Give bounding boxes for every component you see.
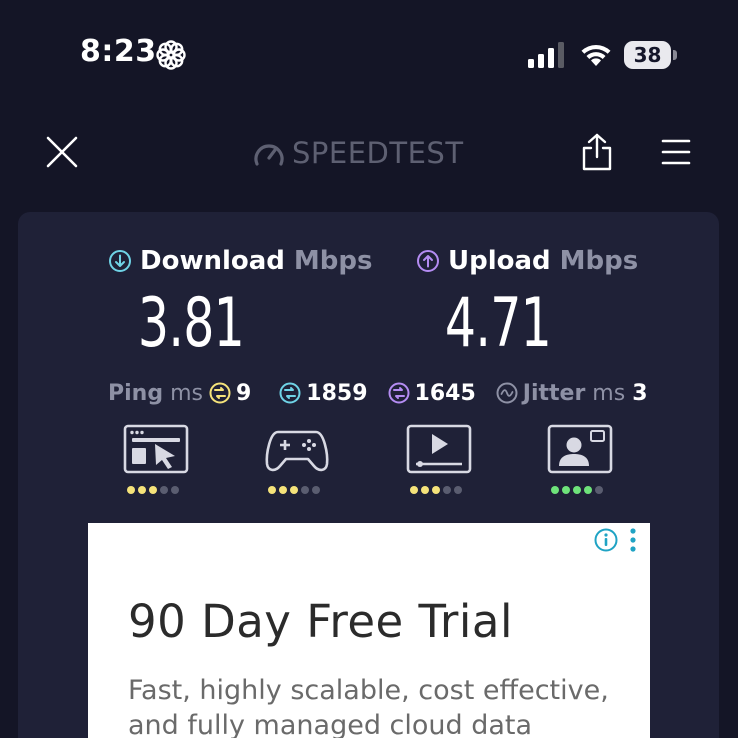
share-button[interactable] <box>580 132 614 172</box>
rating-dot <box>432 486 440 494</box>
ping-upload-value: 1645 <box>414 380 476 406</box>
focus-flower-icon <box>156 40 186 70</box>
ping-idle-value: 9 <box>235 380 252 406</box>
web-browsing-icon[interactable] <box>123 424 189 474</box>
ping-idle-icon <box>209 382 231 404</box>
video-call-icon[interactable] <box>547 424 613 474</box>
upload-label: Upload <box>448 246 551 276</box>
cellular-signal-icon <box>528 42 564 68</box>
rating-dot <box>138 486 146 494</box>
status-time: 8:23 <box>80 34 157 69</box>
logo-text: SPEEDTEST <box>292 136 464 170</box>
download-unit: Mbps <box>293 246 373 276</box>
rating-dot <box>562 486 570 494</box>
video-call-rating <box>551 486 603 494</box>
upload-label-group: Upload Mbps <box>416 246 638 276</box>
ping-upload-icon <box>388 382 410 404</box>
web-browsing-rating <box>127 486 179 494</box>
battery-indicator: 38 <box>624 41 678 69</box>
rating-dot <box>171 486 179 494</box>
rating-dot <box>443 486 451 494</box>
rating-dot <box>149 486 157 494</box>
gaming-icon[interactable] <box>264 424 330 474</box>
ping-download-icon <box>279 382 301 404</box>
upload-value: 4.71 <box>444 284 552 363</box>
share-icon <box>582 133 612 171</box>
rating-dot <box>584 486 592 494</box>
rating-dot <box>160 486 168 494</box>
video-streaming-icon[interactable] <box>406 424 472 474</box>
rating-dot <box>127 486 135 494</box>
rating-dot <box>410 486 418 494</box>
upload-arrow-icon <box>417 250 439 272</box>
speedtest-screen: 8:23 38 SPEEDTEST Download Mbps 3.81 Upl… <box>0 0 738 738</box>
rating-dot <box>301 486 309 494</box>
menu-button[interactable] <box>660 136 692 168</box>
ping-download-value: 1859 <box>306 380 368 406</box>
battery-level: 38 <box>633 43 662 67</box>
rating-dot <box>312 486 320 494</box>
jitter-label: Jitter <box>522 380 586 406</box>
jitter-value: 3 <box>632 380 648 406</box>
speedometer-icon <box>254 144 284 166</box>
download-value: 3.81 <box>137 284 245 363</box>
jitter-icon <box>496 382 518 404</box>
ad-body: Fast, highly scalable, cost effective, a… <box>128 675 609 738</box>
menu-icon <box>661 139 691 165</box>
video-streaming-rating <box>410 486 462 494</box>
gaming-rating <box>268 486 320 494</box>
battery-tip <box>673 50 677 60</box>
download-label-group: Download Mbps <box>108 246 372 276</box>
rating-dot <box>454 486 462 494</box>
rating-dot <box>290 486 298 494</box>
jitter-unit: ms <box>592 380 626 406</box>
rating-dot <box>421 486 429 494</box>
upload-unit: Mbps <box>559 246 639 276</box>
download-label: Download <box>140 246 285 276</box>
ping-label: Ping <box>108 380 164 406</box>
wifi-icon <box>581 44 611 66</box>
rating-dot <box>573 486 581 494</box>
ad-title: 90 Day Free Trial <box>128 595 513 648</box>
ad-info-icon[interactable] <box>594 528 618 552</box>
ad-more-options-icon[interactable] <box>628 527 638 553</box>
speedtest-logo: SPEEDTEST <box>252 135 464 171</box>
rating-dot <box>595 486 603 494</box>
download-arrow-icon <box>109 250 131 272</box>
ping-jitter-row: Ping ms 9 1859 1645 Jitter ms 3 <box>108 376 668 410</box>
rating-dot <box>551 486 559 494</box>
advertisement-banner[interactable]: 90 Day Free Trial Fast, highly scalable,… <box>88 523 650 738</box>
close-button[interactable] <box>44 134 80 170</box>
rating-dot <box>279 486 287 494</box>
close-icon <box>46 136 78 168</box>
ping-unit: ms <box>170 380 203 406</box>
rating-dot <box>268 486 276 494</box>
